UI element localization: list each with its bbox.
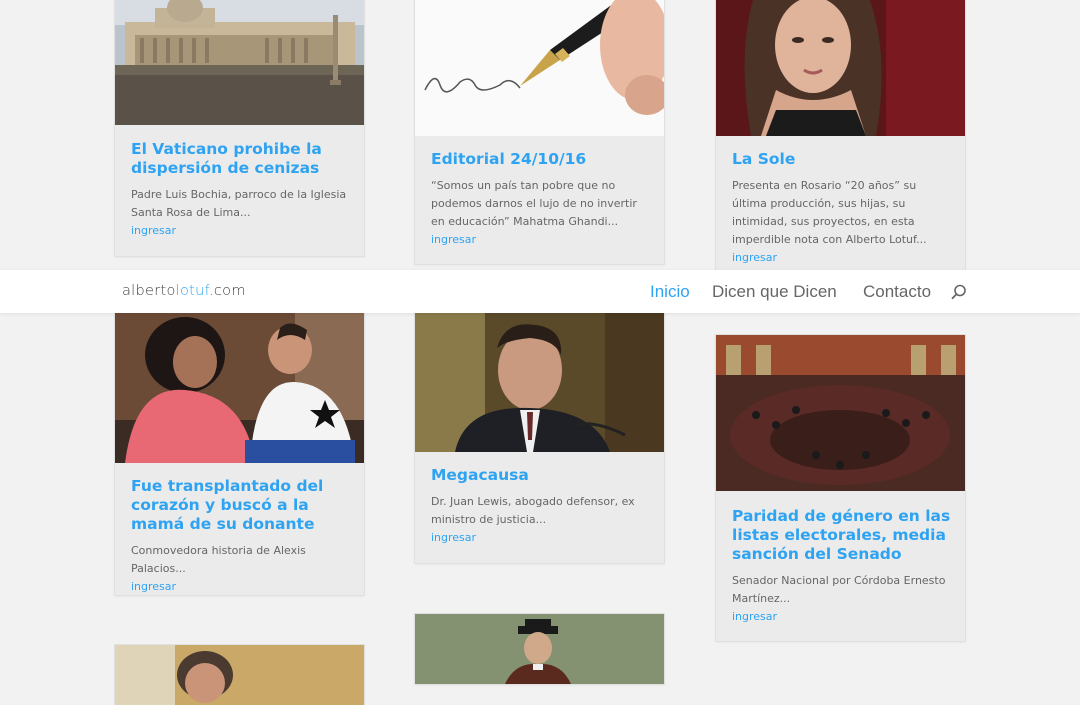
- post-thumbnail[interactable]: [716, 335, 965, 491]
- post-thumbnail[interactable]: [415, 614, 664, 684]
- post-title-link[interactable]: Paridad de género en las listas electora…: [732, 507, 951, 564]
- post-thumbnail[interactable]: [415, 300, 664, 452]
- post-card: Paridad de género en las listas electora…: [716, 335, 965, 641]
- read-more-link[interactable]: ingresar: [431, 529, 650, 547]
- post-thumbnail[interactable]: [115, 300, 364, 463]
- post-excerpt: Senador Nacional por Córdoba Ernesto Mar…: [732, 574, 946, 605]
- read-more-link[interactable]: ingresar: [131, 222, 350, 240]
- post-card: El Vaticano prohibe la dispersión de cen…: [115, 0, 364, 256]
- logo-text-accent: lotuf: [175, 283, 209, 299]
- post-card: La Sole Presenta en Rosario “20 años” su…: [716, 0, 965, 280]
- search-icon[interactable]: [951, 284, 967, 300]
- read-more-link[interactable]: ingresar: [131, 578, 350, 595]
- post-card: Fue transplantado del corazón y buscó a …: [115, 300, 364, 595]
- nav-item-inicio[interactable]: Inicio: [650, 282, 690, 302]
- post-title-link[interactable]: Editorial 24/10/16: [431, 150, 650, 169]
- post-title-link[interactable]: La Sole: [732, 150, 951, 169]
- read-more-link[interactable]: ingresar: [732, 608, 951, 626]
- post-excerpt: “Somos un país tan pobre que no podemos …: [431, 179, 637, 228]
- read-more-link[interactable]: ingresar: [732, 249, 951, 267]
- post-thumbnail[interactable]: [716, 0, 965, 136]
- logo-text: .com: [209, 283, 246, 299]
- post-thumbnail[interactable]: [115, 0, 364, 125]
- post-thumbnail[interactable]: [415, 0, 664, 136]
- post-excerpt: Presenta en Rosario “20 años” su última …: [732, 179, 927, 246]
- post-excerpt: Conmovedora historia de Alexis Palacios.…: [131, 544, 306, 575]
- logo-text: alberto: [122, 283, 176, 299]
- post-title-link[interactable]: El Vaticano prohibe la dispersión de cen…: [131, 140, 350, 178]
- main-header: albertolotuf.com Inicio Dicen que Dicen …: [0, 270, 1080, 313]
- post-title-link[interactable]: Megacausa: [431, 466, 650, 485]
- post-card: Megacausa Dr. Juan Lewis, abogado defens…: [415, 300, 664, 563]
- nav-item-dicen-que-dicen[interactable]: Dicen que Dicen: [712, 282, 837, 302]
- post-card: [415, 614, 664, 684]
- read-more-link[interactable]: ingresar: [431, 231, 650, 249]
- post-thumbnail[interactable]: [115, 645, 364, 705]
- nav-item-contacto[interactable]: Contacto: [863, 282, 931, 302]
- site-logo[interactable]: albertolotuf.com: [122, 283, 246, 299]
- post-excerpt: Padre Luis Bochia, parroco de la Iglesia…: [131, 188, 347, 219]
- post-card: [115, 645, 364, 705]
- post-title-link[interactable]: Fue transplantado del corazón y buscó a …: [131, 477, 350, 534]
- post-card: Editorial 24/10/16 “Somos un país tan po…: [415, 0, 664, 264]
- post-excerpt: Dr. Juan Lewis, abogado defensor, ex min…: [431, 495, 635, 526]
